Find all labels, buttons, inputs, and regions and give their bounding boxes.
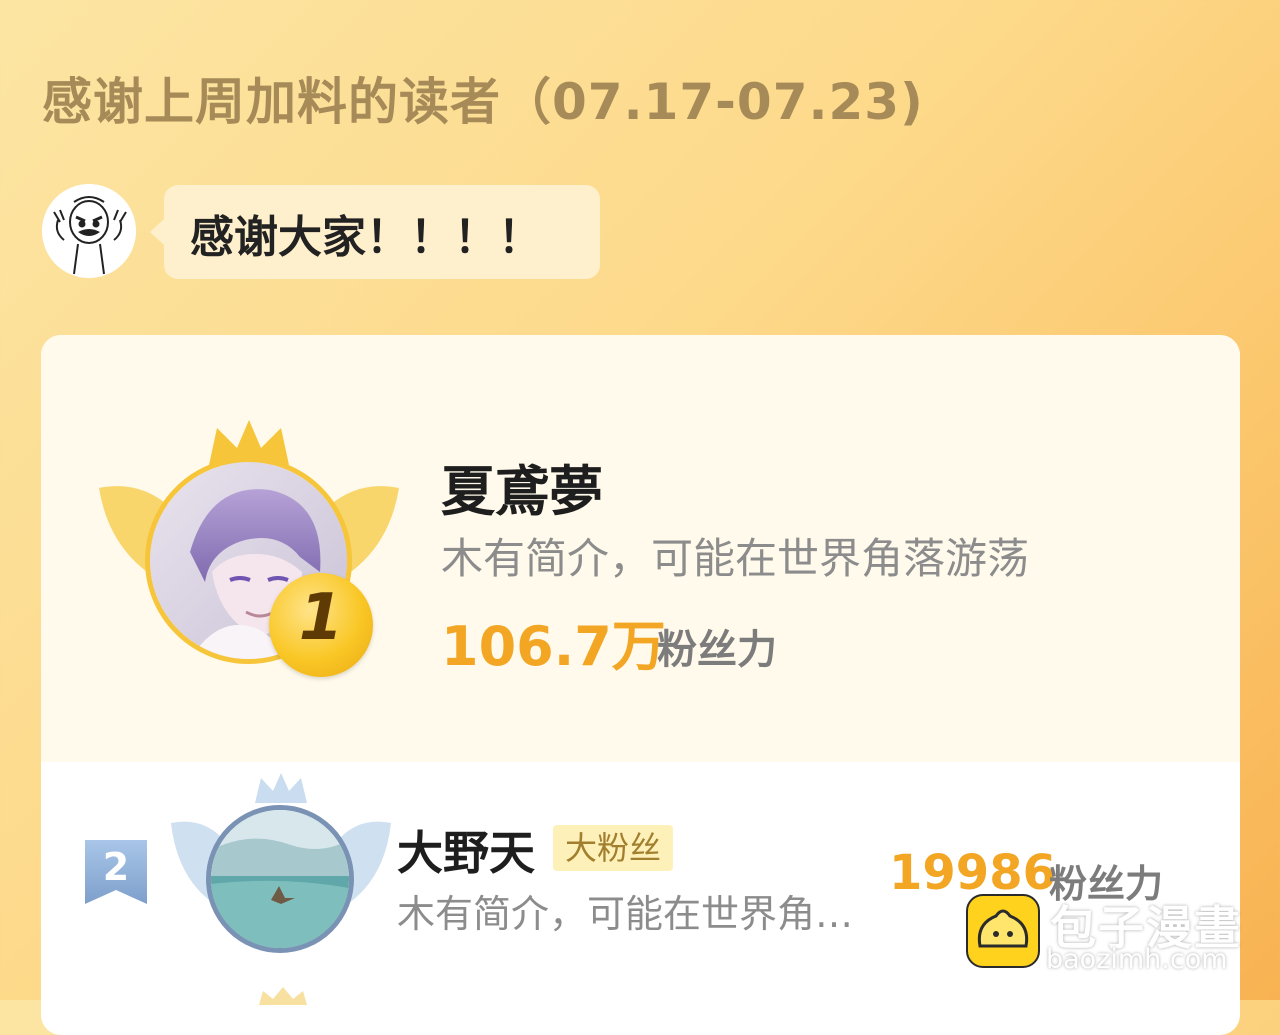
avatar-image (211, 810, 349, 948)
page: { "header": { "title": "感谢上周加料的读者（07.17-… (0, 0, 1280, 1035)
super-fan-badge: 大粉丝 (553, 825, 674, 871)
rank-1-bio: 木有简介，可能在世界角落游荡 (441, 534, 1030, 583)
rank-1-entry[interactable]: 1 夏鳶夢 木有简介，可能在世界角落游荡 106.7万 粉丝力 (41, 335, 1240, 762)
page-title: 感谢上周加料的读者（07.17-07.23) (42, 73, 924, 131)
rank-2-name[interactable]: 大野天 (397, 817, 535, 883)
author-doodle-icon (42, 184, 136, 278)
message-bubble: 感谢大家！！！！ (150, 185, 600, 279)
watermark-url: baozimh.com (1046, 944, 1228, 975)
rank-1-fans-value: 106.7万 (441, 615, 666, 678)
bun-logo-icon (966, 894, 1040, 968)
crown-icon (259, 987, 307, 1005)
author-avatar[interactable] (42, 184, 136, 278)
message-text: 感谢大家！！！！ (190, 212, 542, 263)
rank-1-fans-label: 粉丝力 (657, 627, 777, 673)
rank-2-bio: 木有简介，可能在世界角落游荡 (397, 892, 877, 936)
rank-1-number: 1 (298, 581, 344, 655)
rank-1-badge: 1 (269, 573, 373, 677)
watermark: 包子漫畫 baozimh.com (966, 890, 1266, 980)
rank-2-avatar[interactable] (206, 805, 354, 953)
rank-1-name[interactable]: 夏鳶夢 (441, 447, 603, 526)
rank-2-number: 2 (102, 845, 130, 889)
